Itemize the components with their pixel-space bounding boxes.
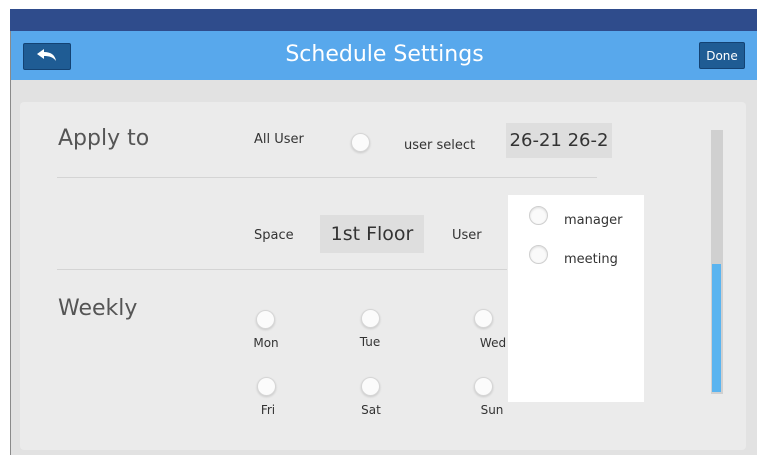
day-radio-wed[interactable] [474,309,493,328]
scrollbar-thumb[interactable] [712,264,721,392]
weekly-label: Weekly [58,296,138,321]
user-option-manager[interactable]: manager [564,213,622,228]
all-user-label: All User [254,132,304,147]
page-title: Schedule Settings [285,42,484,67]
apply-to-label: Apply to [58,126,150,151]
done-button[interactable]: Done [699,42,745,69]
day-label-sun: Sun [480,403,504,417]
settings-panel: Apply to All User user select 26-21 26-2… [20,102,746,450]
user-option-radio-manager[interactable] [529,206,548,225]
day-label-sat: Sat [361,403,381,417]
day-radio-mon[interactable] [256,310,275,329]
all-user-radio[interactable] [351,133,370,152]
day-radio-sat[interactable] [361,377,380,396]
day-radio-fri[interactable] [257,377,276,396]
day-radio-tue[interactable] [361,309,380,328]
day-radio-sun[interactable] [474,377,493,396]
divider-top [57,177,597,178]
app-window: Schedule Settings Done Apply to All User… [10,31,757,455]
day-label-mon: Mon [253,336,279,350]
user-select-label: user select [404,138,476,153]
day-label-fri: Fri [260,403,276,417]
user-label: User [452,228,482,243]
space-label: Space [254,228,294,243]
user-dropdown-list: manager meeting [508,195,644,402]
divider-middle [57,269,507,270]
user-option-radio-meeting[interactable] [529,245,548,264]
status-strip [10,9,757,31]
user-option-meeting[interactable]: meeting [564,252,618,267]
day-label-wed: Wed [479,336,507,350]
space-select[interactable]: 1st Floor [320,215,424,253]
title-bar: Schedule Settings Done [11,31,757,80]
day-label-tue: Tue [359,335,381,349]
user-select-value[interactable]: 26-21 26-2 [506,123,612,158]
